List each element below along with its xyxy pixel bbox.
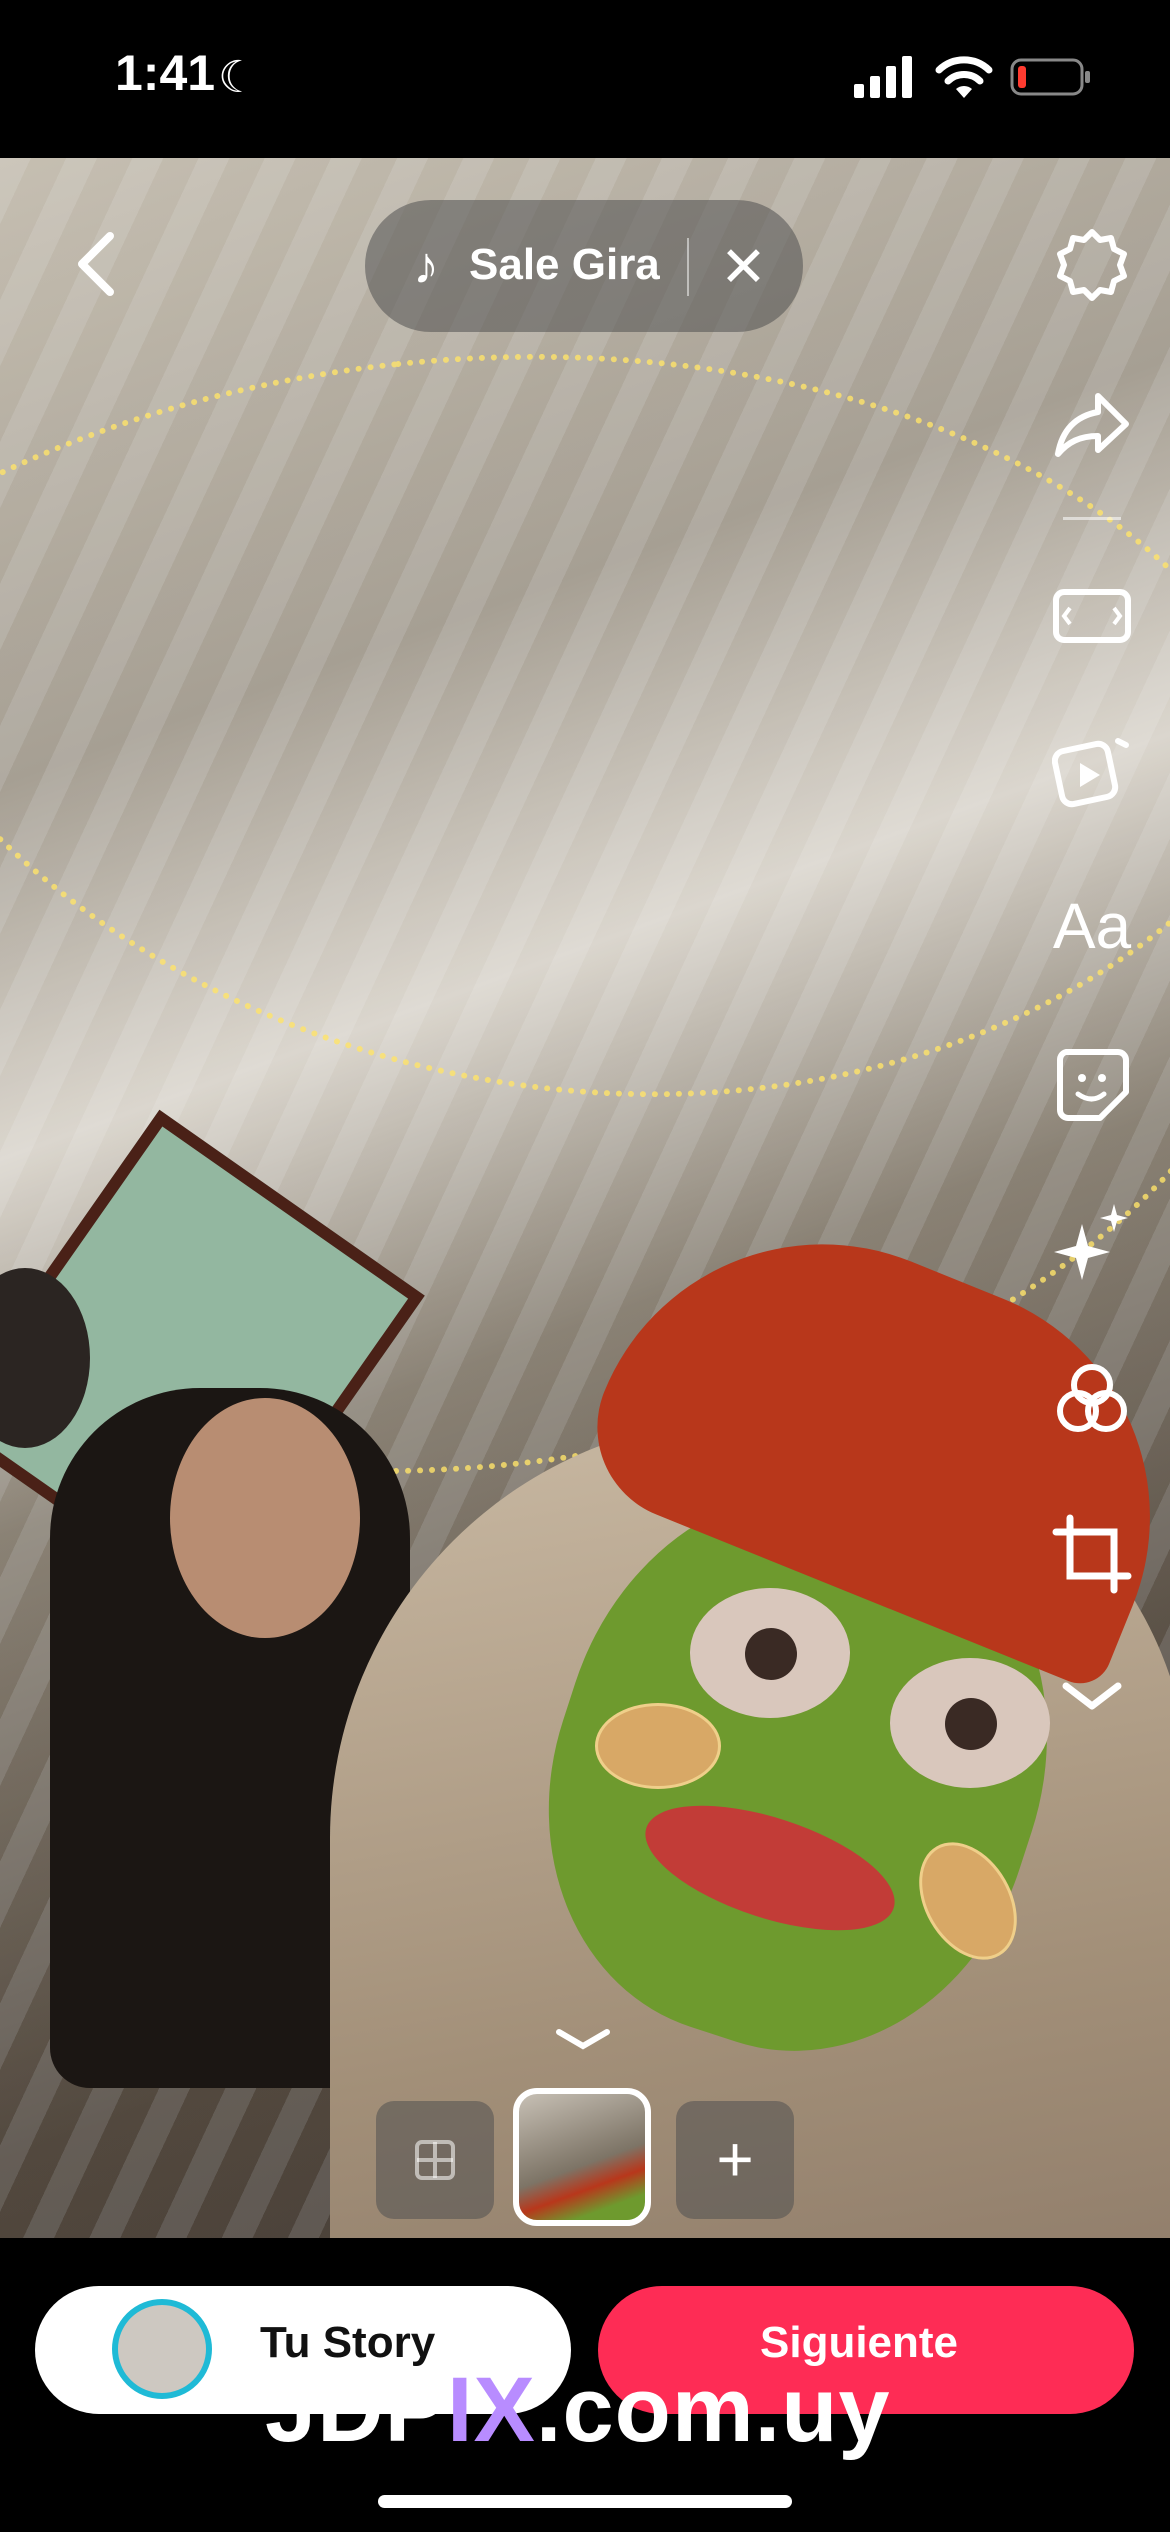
collapse-thumbnails-chevron-icon[interactable] [553,2026,613,2054]
watermark-text: JDP [265,2359,447,2461]
subject-eye [690,1588,850,1718]
watermark-accent-text: IX [446,2359,536,2461]
back-button[interactable] [72,232,120,296]
home-indicator [378,2495,792,2508]
toolbar-divider [1063,517,1121,520]
status-time: 1:41 [115,45,216,101]
watermark-domain-text: .com.uy [535,2359,891,2461]
layout-grid-button[interactable] [376,2101,494,2219]
settings-icon [1057,229,1127,301]
site-watermark: JDPIX.com.uy [265,2358,891,2463]
cucumber-slice-sticker [595,1703,721,1789]
status-bar: 1:41 ☾ [0,0,1170,158]
effects-icon [1054,1204,1128,1280]
share-icon [1055,393,1129,457]
grid-icon [415,2140,455,2180]
sticker-icon [1057,1049,1129,1121]
filters-button[interactable] [1048,1355,1136,1443]
music-note-icon: ♪ [413,237,439,295]
cellular-signal-icon [854,56,912,98]
selected-sound-pill[interactable]: ♪ Sale Gira ✕ [365,200,803,332]
sound-title[interactable]: Sale Gira [469,240,660,290]
resize-icon [1053,589,1131,643]
story-photo-canvas[interactable] [0,158,1170,2238]
settings-button[interactable] [1048,222,1136,310]
filters-icon [1057,1364,1127,1432]
current-clip-thumbnail[interactable] [513,2088,651,2226]
remove-sound-button[interactable]: ✕ [720,234,767,300]
more-tools-button[interactable] [1048,1652,1136,1740]
battery-low-icon [1010,58,1090,96]
wifi-icon [935,56,993,98]
effects-button[interactable] [1048,1198,1136,1286]
chevron-down-icon [1062,1682,1122,1710]
moon-icon: ☾ [218,53,258,102]
text-tool-button[interactable]: Aa [1048,882,1136,970]
sticker-button[interactable] [1048,1040,1136,1128]
add-clip-button[interactable]: + [676,2101,794,2219]
video-clip-icon [1052,738,1129,808]
divider [687,238,689,296]
subject-eye [890,1658,1050,1788]
background-person-face [170,1398,360,1638]
resize-button[interactable] [1048,572,1136,660]
avatar [112,2299,212,2399]
text-icon: Aa [1052,890,1132,962]
crop-button[interactable] [1048,1510,1136,1598]
share-button[interactable] [1048,380,1136,468]
video-clip-button[interactable] [1048,727,1136,815]
crop-icon [1052,1514,1132,1594]
